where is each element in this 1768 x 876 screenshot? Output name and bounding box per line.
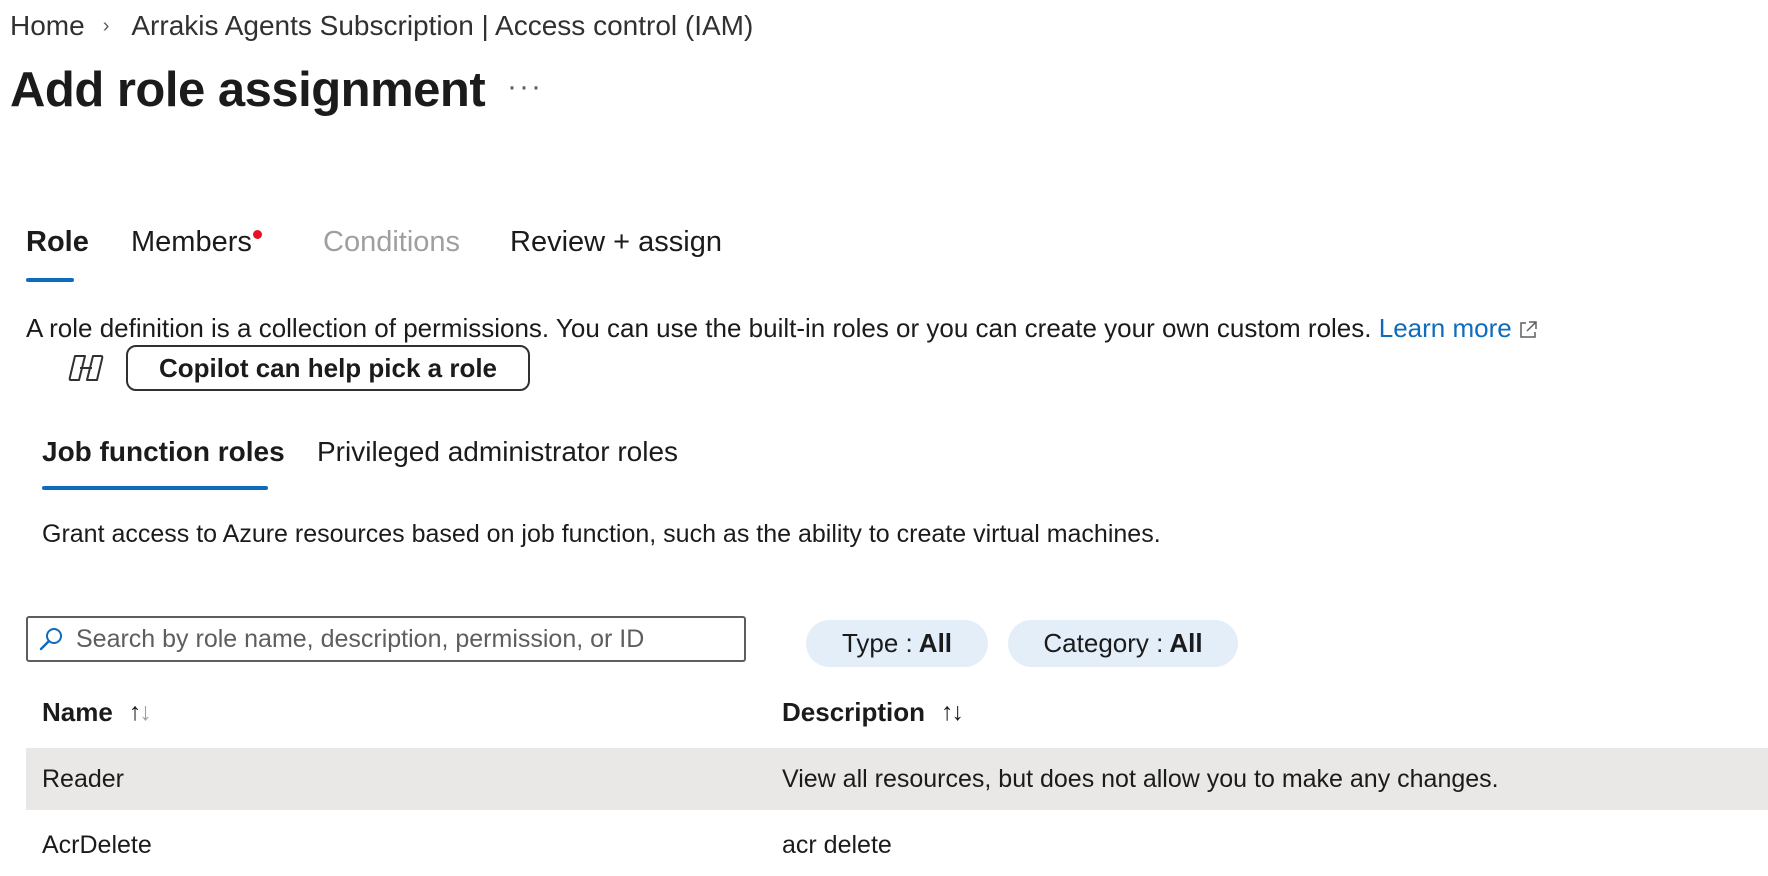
- role-description-cell: acr delete: [782, 830, 892, 859]
- breadcrumb-home-link[interactable]: Home: [10, 10, 85, 42]
- role-description: A role definition is a collection of per…: [26, 313, 1538, 344]
- type-filter-value: All: [918, 628, 953, 658]
- sort-icon[interactable]: ↑↓: [941, 698, 964, 727]
- search-input[interactable]: [74, 623, 728, 655]
- role-name-cell: Reader: [42, 764, 124, 793]
- tab-privileged-admin-roles[interactable]: Privileged administrator roles: [317, 436, 678, 468]
- breadcrumb-separator: ›: [102, 14, 110, 37]
- column-header-name-label: Name: [42, 697, 113, 727]
- category-filter-pill[interactable]: Category : All: [1008, 620, 1238, 667]
- active-tab-indicator: [26, 278, 74, 282]
- more-actions-button[interactable]: ···: [507, 70, 543, 104]
- tab-members-label: Members: [131, 226, 252, 258]
- copilot-help-button[interactable]: Copilot can help pick a role: [126, 345, 530, 391]
- type-filter-label: Type :: [841, 628, 913, 658]
- role-description-cell: View all resources, but does not allow y…: [782, 764, 1499, 793]
- search-icon: [39, 628, 62, 651]
- category-filter-label: Category :: [1043, 628, 1164, 658]
- table-row[interactable]: Reader View all resources, but does not …: [26, 748, 1768, 810]
- tab-conditions: Conditions: [323, 226, 461, 258]
- column-header-name[interactable]: Name ↑↓: [42, 697, 152, 728]
- required-dot-icon: [252, 230, 262, 239]
- column-header-description[interactable]: Description ↑↓: [782, 697, 964, 728]
- role-description-text: A role definition is a collection of per…: [26, 313, 1372, 343]
- table-row[interactable]: AcrDelete acr delete: [26, 814, 1768, 866]
- tab-role[interactable]: Role: [26, 226, 89, 259]
- learn-more-link[interactable]: Learn more: [1379, 313, 1538, 343]
- sort-icon[interactable]: ↑↓: [129, 698, 152, 727]
- column-header-description-label: Description: [782, 697, 926, 727]
- role-tab-description: Grant access to Azure resources based on…: [42, 520, 1161, 548]
- type-filter-pill[interactable]: Type : All: [806, 620, 988, 667]
- tab-members[interactable]: Members: [131, 226, 262, 259]
- active-subtab-indicator: [42, 486, 268, 490]
- tab-job-function-roles[interactable]: Job function roles: [42, 436, 285, 468]
- breadcrumb: Home › Arrakis Agents Subscription | Acc…: [10, 8, 753, 44]
- breadcrumb-current-link[interactable]: Arrakis Agents Subscription | Access con…: [131, 10, 753, 42]
- tab-review-assign[interactable]: Review + assign: [510, 226, 722, 259]
- role-name-cell: AcrDelete: [42, 830, 152, 859]
- external-link-icon: [1519, 321, 1537, 338]
- role-search-box: [26, 616, 746, 662]
- copilot-icon: [68, 355, 104, 381]
- category-filter-value: All: [1169, 628, 1203, 658]
- page-title: Add role assignment: [10, 63, 486, 117]
